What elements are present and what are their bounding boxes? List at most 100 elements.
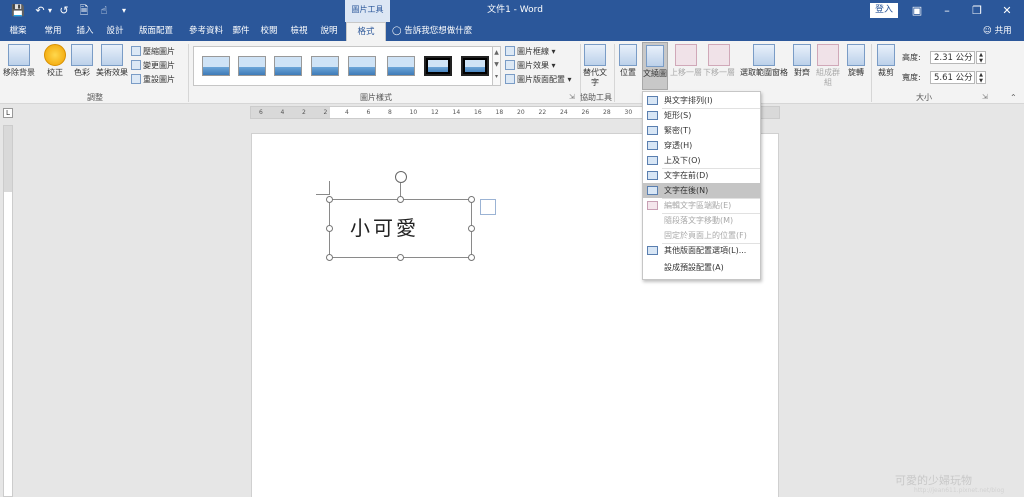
send-backward-button[interactable]: 下移一層 [703,44,735,78]
customize-qat-icon[interactable]: ▾ [116,3,132,19]
picture-style-5[interactable] [348,56,376,76]
picture-style-1[interactable] [202,56,230,76]
tab-file[interactable]: 檔案 [4,22,32,41]
menu-item-inline[interactable]: 與文字排列(I) [643,93,760,108]
tab-mailings[interactable]: 郵件 [229,22,253,41]
ruler-tick-label: 6 [366,109,371,116]
menu-item-label: 隨段落文字移動(M) [664,216,734,225]
new-doc-icon[interactable]: 🗎 [76,3,92,19]
menu-item-behind-text[interactable]: 文字在後(N) [643,183,760,198]
tab-insert[interactable]: 插入 [72,22,98,41]
ribbon: 移除背景 校正 色彩 美術效果 壓縮圖片 變更圖片 重設圖片 調整 ▲ ▼ ▾ … [0,41,1024,104]
ruler-tick-label: 6 [259,109,263,116]
size-dialog-launcher-icon[interactable]: ⇲ [982,93,988,101]
menu-item-top-bottom[interactable]: 上及下(O) [643,153,760,168]
color-label: 色彩 [74,68,90,77]
tab-help[interactable]: 說明 [317,22,341,41]
picture-style-3[interactable] [274,56,302,76]
tell-me-search[interactable]: ◯ 告訴我您想做什麼 [392,22,472,41]
vertical-ruler[interactable] [3,125,13,497]
ribbon-separator [614,44,615,102]
bring-forward-button[interactable]: 上移一層 [670,44,702,78]
share-button[interactable]: ☺ 共用 [983,22,1012,41]
save-icon[interactable]: 💾 [10,3,26,19]
menu-item-set-default[interactable]: 設成預設配置(A) [643,260,760,275]
tab-design[interactable]: 設計 [102,22,128,41]
resize-handle-se[interactable] [468,254,475,261]
layout-options-icon[interactable] [480,199,496,215]
ruler-tick-label: 16 [474,109,482,116]
ruler-tick-label: 12 [431,109,439,116]
dialog-launcher-icon[interactable]: ⇲ [569,93,575,101]
tab-review[interactable]: 校閱 [257,22,281,41]
menu-item-label: 其他版面配置選項(L)... [664,246,747,255]
picture-style-8[interactable] [461,56,489,76]
height-input[interactable]: 2.31 公分 [930,51,975,64]
tab-format[interactable]: 格式 [346,22,386,41]
menu-item-square[interactable]: 矩形(S) [643,108,760,123]
wrap-text-button[interactable]: 文繞圖 [642,42,668,90]
menu-item-more-layout-options[interactable]: 其他版面配置選項(L)... [643,243,760,258]
tab-home[interactable]: 常用 [40,22,66,41]
picture-border-button[interactable]: 圖片框線 ▾ [505,46,556,58]
selection-pane-button[interactable]: 選取範圍窗格 [739,44,789,78]
picture-style-7[interactable] [424,56,452,76]
picture-effects-button[interactable]: 圖片效果 ▾ [505,60,556,72]
align-button[interactable]: 對齊 [792,44,812,78]
menu-item-tight[interactable]: 緊密(T) [643,123,760,138]
resize-handle-w[interactable] [326,225,333,232]
picture-style-6[interactable] [387,56,415,76]
resize-handle-s[interactable] [397,254,404,261]
alt-text-button[interactable]: 替代文字 [583,44,607,88]
tab-selector-icon[interactable]: L [3,108,13,118]
remove-background-button[interactable]: 移除背景 [3,44,35,78]
resize-handle-ne[interactable] [468,196,475,203]
gallery-scroll[interactable]: ▲ ▼ ▾ [492,46,501,86]
ruler-tick-label: 22 [538,109,547,116]
minimize-icon[interactable]: – [932,0,962,22]
compress-pictures-button[interactable]: 壓縮圖片 [131,46,175,58]
inline-icon [647,96,658,105]
tab-references[interactable]: 參考資料 [183,22,229,41]
reset-picture-button[interactable]: 重設圖片 [131,74,175,86]
lightbulb-icon: ◯ [392,26,402,36]
ribbon-display-icon[interactable]: ▣ [902,0,932,22]
width-input[interactable]: 5.61 公分 [930,71,975,84]
redo-icon[interactable]: ↺ [56,3,72,19]
color-button[interactable]: 色彩 [70,44,94,78]
resize-handle-n[interactable] [397,196,404,203]
picture-layout-button[interactable]: 圖片版面配置 ▾ [505,74,572,86]
corrections-button[interactable]: 校正 [42,44,68,78]
menu-item-in-front-of-text[interactable]: 文字在前(D) [643,168,760,183]
menu-item-edit-wrap-points[interactable]: 編輯文字區端點(E) [643,198,760,213]
crop-button[interactable]: 裁剪 [875,44,897,78]
position-button[interactable]: 位置 [618,44,638,78]
picture-style-4[interactable] [311,56,339,76]
resize-handle-sw[interactable] [326,254,333,261]
color-icon [71,44,93,66]
sign-in-button[interactable]: 登入 [870,3,898,18]
remove-background-label: 移除背景 [3,68,35,77]
close-icon[interactable]: ✕ [992,0,1022,22]
rotate-handle-icon[interactable] [395,171,407,183]
ruler-tick-label: 2 [323,109,328,116]
collapse-ribbon-icon[interactable]: ⌃ [1010,93,1017,102]
picture-style-2[interactable] [238,56,266,76]
width-spinner[interactable]: ▲ ▼ [976,71,986,84]
tab-layout[interactable]: 版面配置 [133,22,179,41]
change-picture-button[interactable]: 變更圖片 [131,60,175,72]
resize-handle-e[interactable] [468,225,475,232]
resize-handle-nw[interactable] [326,196,333,203]
menu-item-through[interactable]: 穿透(H) [643,138,760,153]
group-objects-button[interactable]: 組成群組 [815,44,841,88]
restore-icon[interactable]: ❐ [962,0,992,22]
align-icon [793,44,811,66]
touch-mode-icon[interactable]: ☝ [96,3,112,19]
menu-item-move-with-text[interactable]: 隨段落文字移動(M) [643,213,760,228]
height-spinner[interactable]: ▲ ▼ [976,51,986,64]
menu-item-fix-position[interactable]: 固定於頁面上的位置(F) [643,228,760,243]
watermark-url: http://jean611.pixnet.net/blog [914,487,1005,494]
rotate-button[interactable]: 旋轉 [845,44,867,78]
artistic-effects-button[interactable]: 美術效果 [96,44,128,78]
tab-view[interactable]: 檢視 [287,22,311,41]
